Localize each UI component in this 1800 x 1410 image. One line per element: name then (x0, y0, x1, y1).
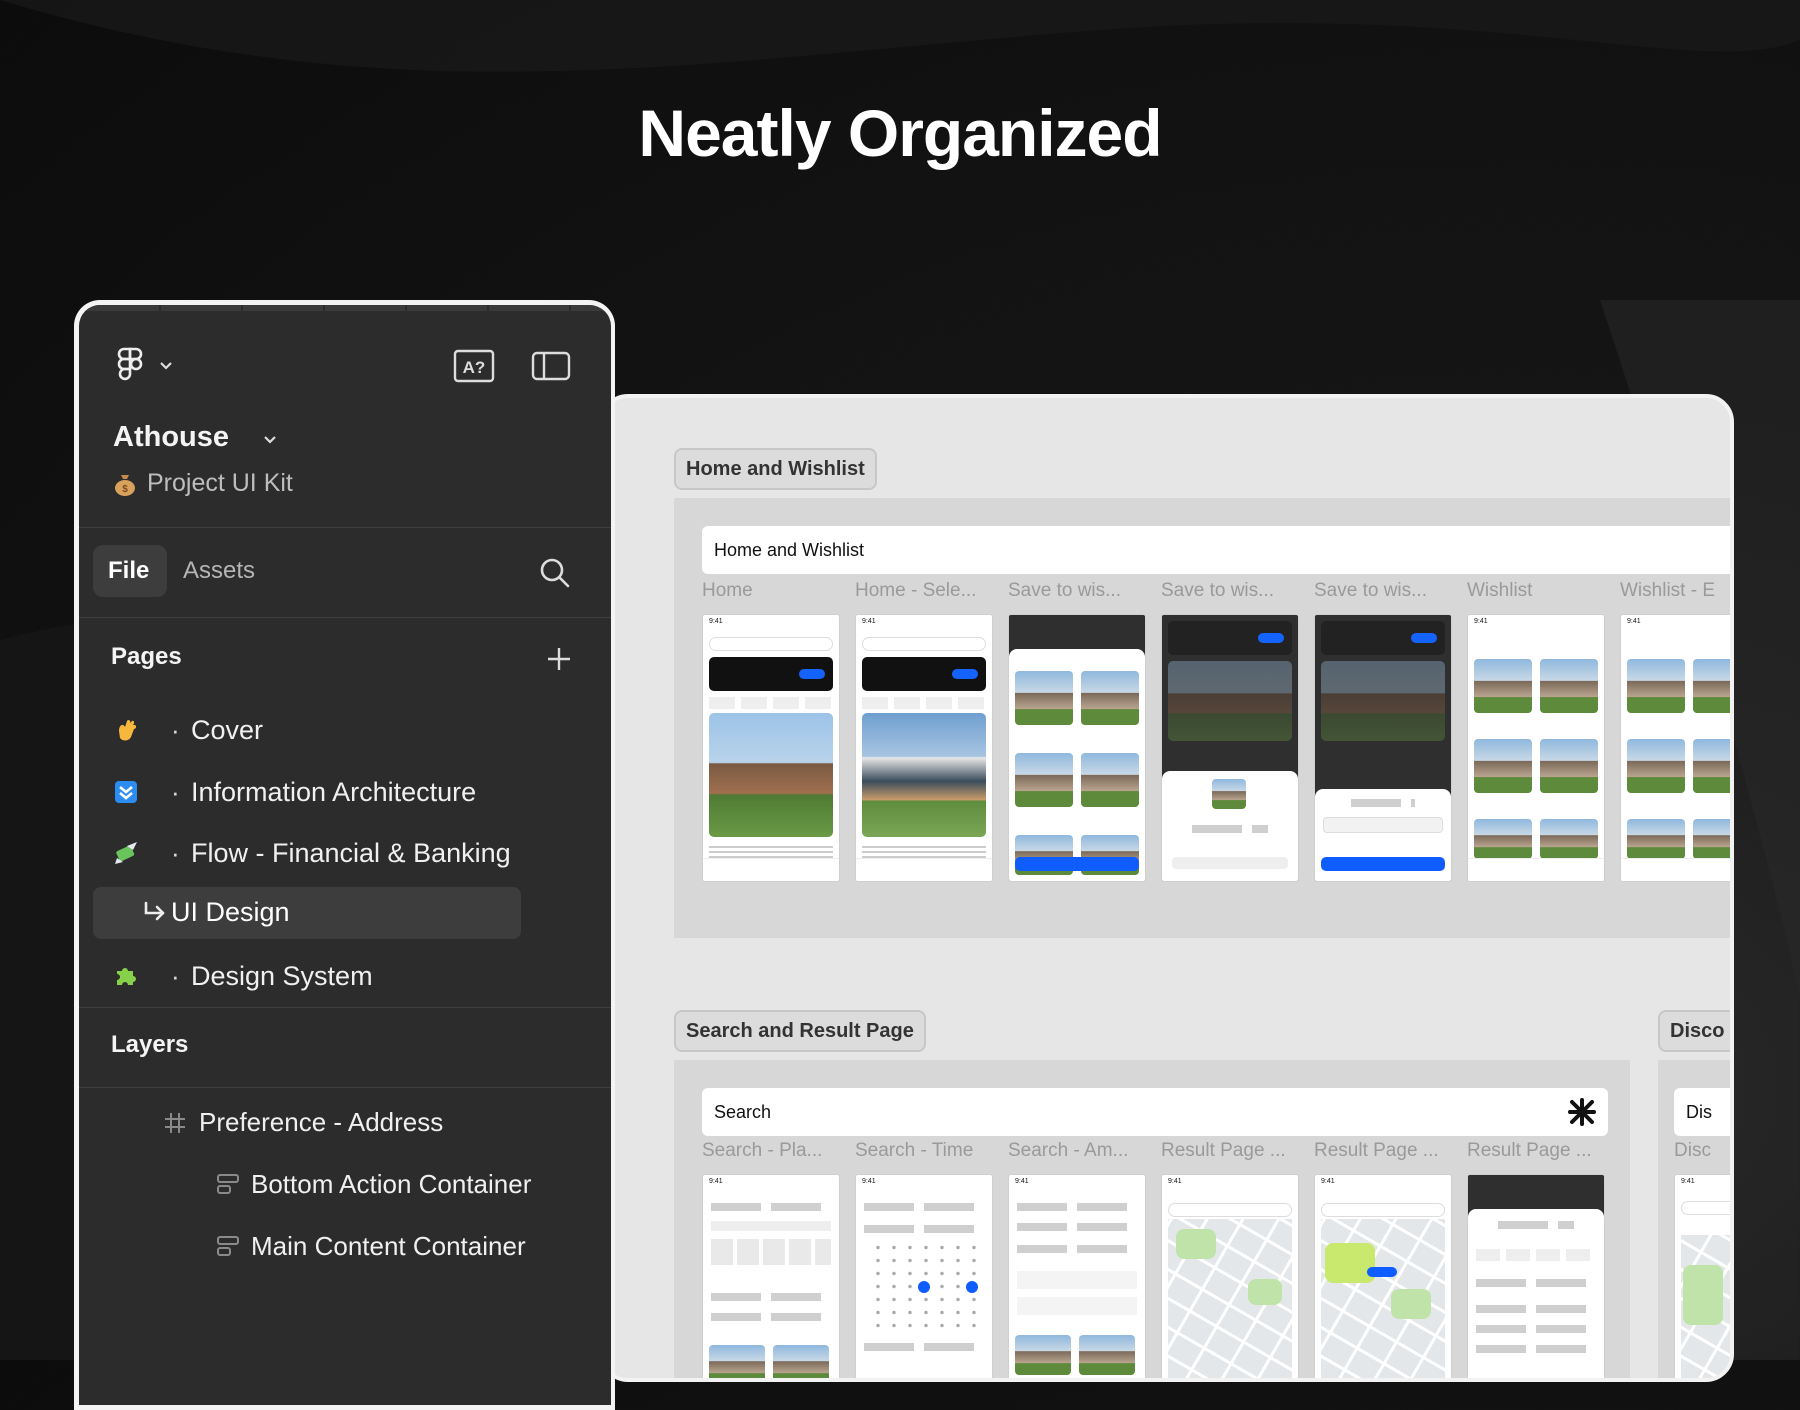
project-subtitle: Project UI Kit (147, 469, 293, 497)
section-bar-title: Dis (1674, 1088, 1730, 1136)
frame-wishlist-edit[interactable]: 9:41 (1620, 614, 1730, 882)
section-label-discover[interactable]: Disco (1658, 1010, 1730, 1052)
page-label: Cover (191, 715, 264, 745)
figma-menu-button[interactable] (117, 347, 187, 387)
frame-save-to-wishlist-3[interactable] (1314, 614, 1452, 882)
chevron-down-icon[interactable] (263, 435, 277, 445)
puzzle-piece-icon (117, 968, 136, 985)
page-item-design-system[interactable]: · Design System (79, 949, 611, 1003)
layers-heading: Layers (111, 1031, 189, 1058)
layer-item-main-content-container[interactable]: Main Content Container (79, 1217, 611, 1273)
auto-layout-icon (217, 1236, 239, 1256)
money-bag-icon: $ (115, 475, 135, 496)
page-item-ui-design[interactable]: UI Design (93, 887, 521, 939)
frame-search-place[interactable]: 9:41 (702, 1174, 840, 1378)
frame-label[interactable]: Result Page ... (1314, 1140, 1454, 1162)
bullet: · (171, 715, 180, 745)
frame-search-amount[interactable]: 9:41 (1008, 1174, 1146, 1378)
tab-file[interactable]: File (93, 545, 167, 597)
figma-sidebar: A? Athouse $ Project UI Kit File Assets … (74, 300, 615, 1410)
frame-home-selected[interactable]: 9:41 (855, 614, 993, 882)
pages-heading: Pages (111, 643, 182, 670)
bullet: · (171, 961, 180, 991)
tab-assets-label: Assets (183, 557, 256, 584)
page-label: Flow - Financial & Banking (191, 838, 511, 868)
headline: Neatly Organized (638, 96, 1162, 170)
frame-label[interactable]: Search - Am... (1008, 1140, 1148, 1162)
ruler-strip (79, 305, 611, 311)
frame-wishlist[interactable]: 9:41 (1467, 614, 1605, 882)
layer-item-preference-address[interactable]: Preference - Address (79, 1093, 611, 1149)
frame-result-page-2[interactable]: 9:41 (1314, 1174, 1452, 1378)
frame-search-time[interactable]: 9:41 (855, 1174, 993, 1378)
section-discover[interactable]: Dis Disc 9:41 (1658, 1060, 1730, 1378)
ai-translate-icon[interactable]: A? (453, 349, 495, 383)
page-item-cover[interactable]: · Cover (79, 703, 611, 757)
page-item-flow-financial-banking[interactable]: · Flow - Financial & Banking (79, 826, 611, 880)
layer-item-bottom-action-container[interactable]: Bottom Action Container (79, 1155, 611, 1211)
section-home-wishlist[interactable]: Home and Wishlist Home Home - Sele... Sa… (674, 498, 1730, 938)
frame-result-page-1[interactable]: 9:41 (1161, 1174, 1299, 1378)
money-with-wings-icon (115, 842, 137, 864)
project-name[interactable]: Athouse (113, 421, 229, 454)
section-label-search-result[interactable]: Search and Result Page (674, 1010, 926, 1052)
divider (79, 1087, 611, 1088)
chevron-down-icon (160, 362, 172, 370)
frame-save-to-wishlist-2[interactable] (1161, 614, 1299, 882)
frame-label[interactable]: Home - Sele... (855, 580, 995, 602)
frame-label[interactable]: Wishlist (1467, 580, 1607, 602)
design-canvas[interactable]: Home and Wishlist Home and Wishlist Home… (600, 394, 1734, 1382)
divider (79, 527, 611, 528)
frame-label[interactable]: Search - Time (855, 1140, 995, 1162)
frame-discover[interactable]: 9:41 (1674, 1174, 1730, 1378)
frame-label[interactable]: Home (702, 580, 842, 602)
section-bar-title: Search (702, 1088, 1608, 1136)
layer-label: Bottom Action Container (251, 1169, 532, 1199)
waving-hand-icon (119, 719, 137, 741)
layer-label: Preference - Address (199, 1107, 444, 1137)
section-search-result[interactable]: Search Search - Pla... Search - Time Sea… (674, 1060, 1630, 1378)
search-icon[interactable] (539, 557, 571, 589)
frame-save-to-wishlist-1[interactable] (1008, 614, 1146, 882)
divider (79, 617, 611, 618)
section-bar-title: Home and Wishlist (702, 526, 1730, 574)
frame-label[interactable]: Result Page ... (1467, 1140, 1607, 1162)
frame-hash-icon (165, 1113, 185, 1133)
frame-label[interactable]: Save to wis... (1314, 580, 1454, 602)
bullet: · (171, 838, 180, 868)
bullet: · (171, 777, 180, 807)
return-arrow-icon (144, 901, 165, 921)
frame-result-page-3[interactable] (1467, 1174, 1605, 1378)
frame-label[interactable]: Wishlist - E (1620, 580, 1730, 602)
frame-label[interactable]: Result Page ... (1161, 1140, 1301, 1162)
add-page-icon[interactable] (545, 645, 573, 673)
section-label-home-wishlist[interactable]: Home and Wishlist (674, 448, 877, 490)
section-bar-title-text: Search (714, 1102, 772, 1122)
tab-file-label: File (108, 557, 150, 584)
frame-label[interactable]: Disc (1674, 1140, 1730, 1162)
figma-logo-icon (117, 347, 143, 381)
page-item-information-architecture[interactable]: · Information Architecture (79, 765, 611, 819)
frame-label[interactable]: Search - Pla... (702, 1140, 842, 1162)
layer-label: Main Content Container (251, 1231, 526, 1261)
tab-assets[interactable]: Assets (183, 545, 273, 597)
svg-text:A?: A? (463, 358, 486, 377)
divider (79, 1007, 611, 1008)
frame-home[interactable]: 9:41 (702, 614, 840, 882)
panel-toggle-icon[interactable] (531, 351, 571, 381)
auto-layout-icon (217, 1174, 239, 1194)
frame-label[interactable]: Save to wis... (1008, 580, 1148, 602)
star-burst-icon (1568, 1098, 1596, 1126)
svg-text:$: $ (122, 484, 128, 495)
page-label: Design System (191, 961, 373, 991)
page-label: Information Architecture (191, 777, 477, 807)
page-label: UI Design (171, 897, 290, 927)
frame-label[interactable]: Save to wis... (1161, 580, 1301, 602)
blue-arrow-down-icon (115, 781, 137, 803)
